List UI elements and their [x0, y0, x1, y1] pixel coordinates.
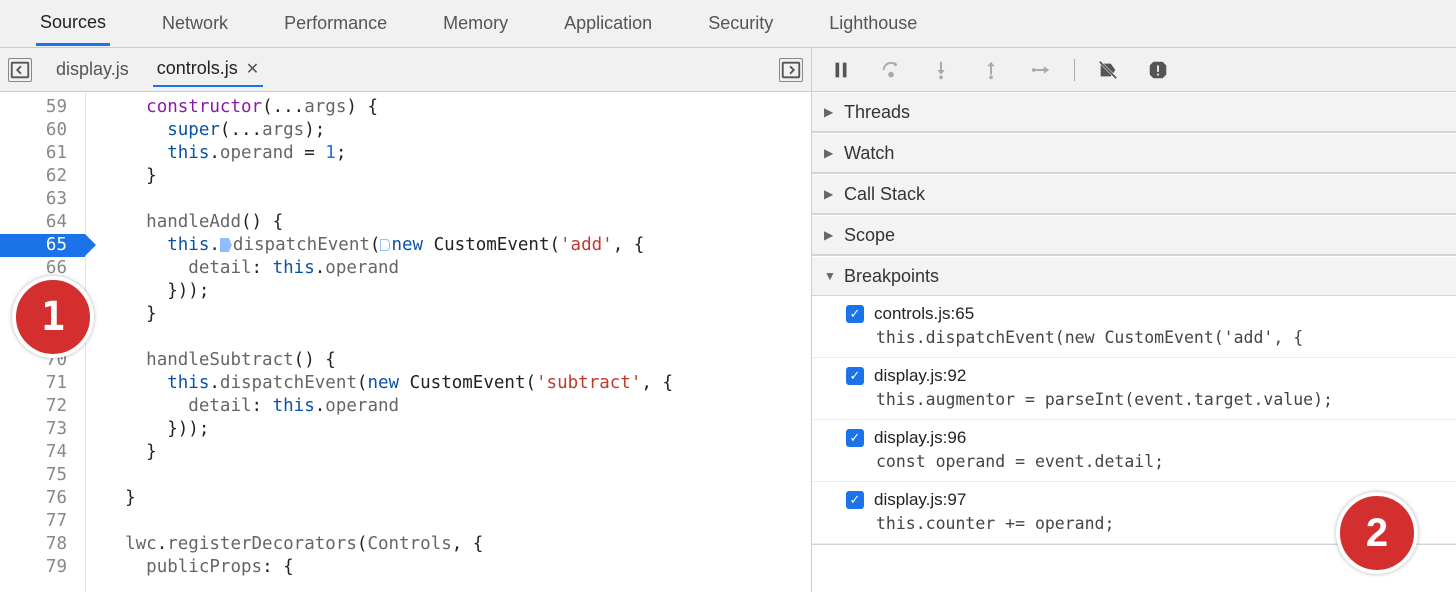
line-number[interactable]: 74: [0, 441, 85, 464]
section-label: Watch: [844, 143, 894, 164]
tab-application[interactable]: Application: [560, 3, 656, 44]
code-line[interactable]: }));: [104, 418, 673, 441]
tab-memory[interactable]: Memory: [439, 3, 512, 44]
annotation-callout-1: 1: [12, 276, 94, 358]
collapse-triangle-icon: ▶: [824, 105, 836, 119]
code-line[interactable]: detail: this.operand: [104, 395, 673, 418]
section-scope[interactable]: ▶ Scope: [812, 215, 1456, 255]
section-label: Breakpoints: [844, 266, 939, 287]
code-line[interactable]: detail: this.operand: [104, 257, 673, 280]
file-tab-label: display.js: [56, 59, 129, 80]
expand-triangle-icon: ▼: [824, 269, 836, 283]
breakpoint-code: const operand = event.detail;: [846, 448, 1444, 471]
file-tab-controls-js[interactable]: controls.js ✕: [153, 52, 263, 87]
line-number[interactable]: 76: [0, 487, 85, 510]
section-breakpoints[interactable]: ▼ Breakpoints: [812, 256, 1456, 296]
code-line[interactable]: }));: [104, 280, 673, 303]
more-tabs-icon[interactable]: [779, 58, 803, 82]
line-number[interactable]: 75: [0, 464, 85, 487]
tab-lighthouse[interactable]: Lighthouse: [825, 3, 921, 44]
code-line[interactable]: }: [104, 165, 673, 188]
step-over-icon[interactable]: [880, 59, 902, 81]
section-label: Threads: [844, 102, 910, 123]
devtools-top-tabs: Sources Network Performance Memory Appli…: [0, 0, 1456, 48]
code-line[interactable]: lwc.registerDecorators(Controls, {: [104, 533, 673, 556]
collapse-triangle-icon: ▶: [824, 228, 836, 242]
code-line[interactable]: this.operand = 1;: [104, 142, 673, 165]
file-tab-label: controls.js: [157, 58, 238, 79]
code-line[interactable]: [104, 464, 673, 487]
step-into-icon[interactable]: [930, 59, 952, 81]
section-label: Scope: [844, 225, 895, 246]
code-line[interactable]: [104, 326, 673, 349]
line-number[interactable]: 77: [0, 510, 85, 533]
sources-left-pane: display.js controls.js ✕ 596061626364656…: [0, 48, 812, 592]
breakpoint-file: display.js:92: [874, 366, 966, 386]
step-icon[interactable]: [1030, 59, 1052, 81]
line-number[interactable]: 72: [0, 395, 85, 418]
tab-sources[interactable]: Sources: [36, 2, 110, 46]
code-editor[interactable]: 5960616263646566676869707172737475767778…: [0, 92, 811, 592]
file-tab-display-js[interactable]: display.js: [52, 53, 133, 86]
code-line[interactable]: publicProps: {: [104, 556, 673, 579]
toolbar-separator: [1074, 59, 1075, 81]
line-number[interactable]: 65: [0, 234, 85, 257]
breakpoint-code: this.augmentor = parseInt(event.target.v…: [846, 386, 1444, 409]
breakpoint-item[interactable]: ✓ display.js:92this.augmentor = parseInt(…: [812, 358, 1456, 420]
debugger-toolbar: [812, 48, 1456, 92]
line-number[interactable]: 62: [0, 165, 85, 188]
checkbox-icon[interactable]: ✓: [846, 367, 864, 385]
line-number[interactable]: 78: [0, 533, 85, 556]
collapse-triangle-icon: ▶: [824, 146, 836, 160]
section-label: Call Stack: [844, 184, 925, 205]
line-number[interactable]: 64: [0, 211, 85, 234]
debugger-right-pane: ▶ Threads ▶ Watch ▶ Call Stack ▶ Scope ▼…: [812, 48, 1456, 592]
deactivate-breakpoints-icon[interactable]: [1097, 59, 1119, 81]
checkbox-icon[interactable]: ✓: [846, 491, 864, 509]
section-call-stack[interactable]: ▶ Call Stack: [812, 174, 1456, 214]
line-number[interactable]: 71: [0, 372, 85, 395]
line-number[interactable]: 60: [0, 119, 85, 142]
code-line[interactable]: constructor(...args) {: [104, 96, 673, 119]
tab-security[interactable]: Security: [704, 3, 777, 44]
line-number[interactable]: 59: [0, 96, 85, 119]
breakpoint-item[interactable]: ✓ display.js:96const operand = event.deta…: [812, 420, 1456, 482]
code-line[interactable]: }: [104, 441, 673, 464]
breakpoint-item[interactable]: ✓ controls.js:65this.dispatchEvent(new Cu…: [812, 296, 1456, 358]
line-number[interactable]: 73: [0, 418, 85, 441]
pause-on-exceptions-icon[interactable]: [1147, 59, 1169, 81]
checkbox-icon[interactable]: ✓: [846, 429, 864, 447]
section-watch[interactable]: ▶ Watch: [812, 133, 1456, 173]
section-threads[interactable]: ▶ Threads: [812, 92, 1456, 132]
code-content[interactable]: constructor(...args) { super(...args); t…: [86, 92, 673, 592]
tab-performance[interactable]: Performance: [280, 3, 391, 44]
file-tab-bar: display.js controls.js ✕: [0, 48, 811, 92]
collapse-triangle-icon: ▶: [824, 187, 836, 201]
code-line[interactable]: handleSubtract() {: [104, 349, 673, 372]
line-number[interactable]: 79: [0, 556, 85, 579]
checkbox-icon[interactable]: ✓: [846, 305, 864, 323]
annotation-callout-2: 2: [1336, 492, 1418, 574]
tab-network[interactable]: Network: [158, 3, 232, 44]
code-line[interactable]: }: [104, 487, 673, 510]
code-line[interactable]: this.dispatchEvent(new CustomEvent('add'…: [104, 234, 673, 257]
breakpoint-file: controls.js:65: [874, 304, 974, 324]
code-line[interactable]: super(...args);: [104, 119, 673, 142]
code-line[interactable]: [104, 510, 673, 533]
close-icon[interactable]: ✕: [246, 59, 259, 79]
breakpoint-file: display.js:96: [874, 428, 966, 448]
breakpoint-file: display.js:97: [874, 490, 966, 510]
breakpoint-code: this.dispatchEvent(new CustomEvent('add'…: [846, 324, 1444, 347]
line-number[interactable]: 63: [0, 188, 85, 211]
code-line[interactable]: }: [104, 303, 673, 326]
code-line[interactable]: handleAdd() {: [104, 211, 673, 234]
line-number[interactable]: 61: [0, 142, 85, 165]
code-line[interactable]: this.dispatchEvent(new CustomEvent('subt…: [104, 372, 673, 395]
code-line[interactable]: [104, 188, 673, 211]
pause-icon[interactable]: [830, 59, 852, 81]
show-navigator-icon[interactable]: [8, 58, 32, 82]
step-out-icon[interactable]: [980, 59, 1002, 81]
